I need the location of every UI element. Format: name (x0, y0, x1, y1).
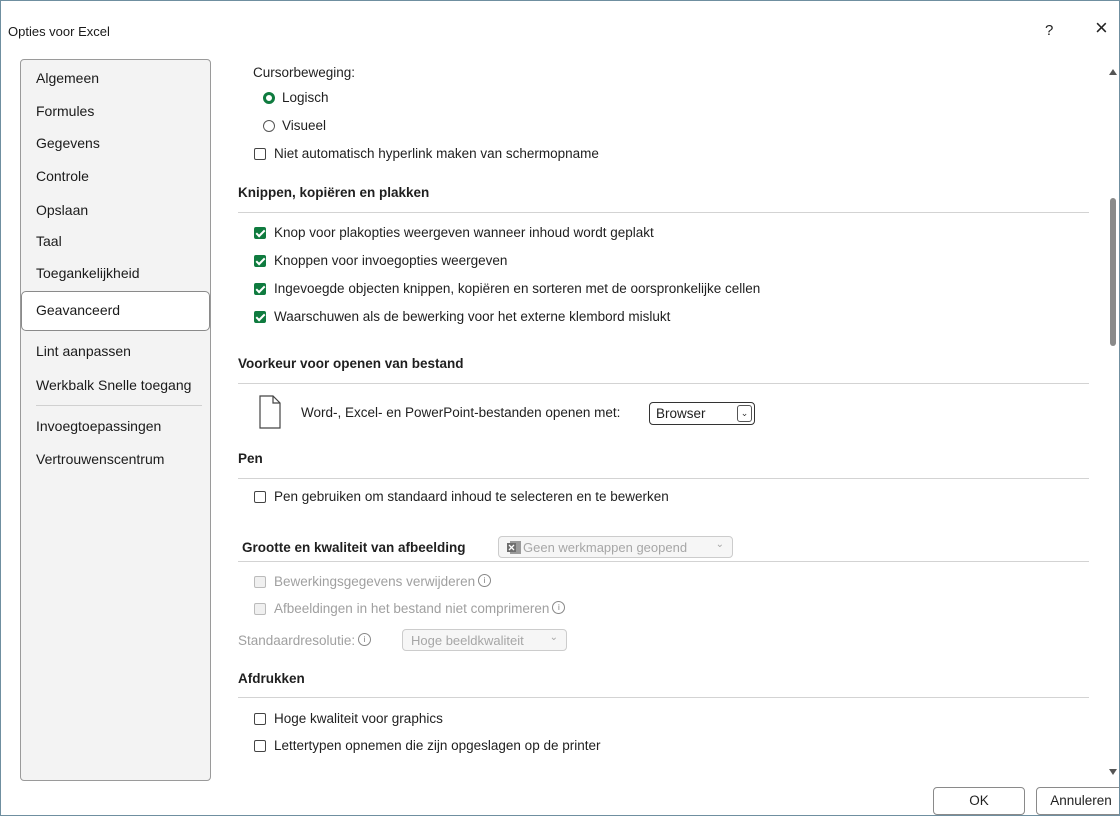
paste-options-checkbox[interactable] (254, 227, 266, 239)
radio-logical-label[interactable]: Logisch (282, 90, 329, 105)
insert-options-label[interactable]: Knoppen voor invoegopties weergeven (274, 253, 507, 268)
pen-heading: Pen (238, 451, 263, 466)
discard-editing-checkbox (254, 576, 266, 588)
use-pen-label[interactable]: Pen gebruiken om standaard inhoud te sel… (274, 489, 669, 504)
nav-item-taal[interactable]: Taal (36, 233, 62, 249)
warn-external-label[interactable]: Waarschuwen als de bewerking voor het ex… (274, 309, 670, 324)
nav-item-vertrouwenscentrum[interactable]: Vertrouwenscentrum (36, 451, 164, 467)
nav-item-gegevens[interactable]: Gegevens (36, 135, 100, 151)
nav-item-invoegtoepassingen[interactable]: Invoegtoepassingen (36, 418, 161, 434)
discard-editing-label: Bewerkingsgegevens verwijderen i (274, 574, 492, 589)
radio-logical[interactable] (263, 92, 275, 104)
excel-icon (507, 541, 521, 554)
printer-fonts-label[interactable]: Lettertypen opnemen die zijn opgeslagen … (274, 738, 600, 753)
paste-options-label[interactable]: Knop voor plakopties weergeven wanneer i… (274, 225, 654, 240)
clipboard-heading: Knippen, kopiëren en plakken (238, 185, 430, 200)
workbook-select-value: Geen werkmappen geopend (523, 540, 688, 555)
open-with-select[interactable]: Browser ⌄ (649, 402, 755, 425)
high-quality-label[interactable]: Hoge kwaliteit voor graphics (274, 711, 443, 726)
document-icon (259, 395, 281, 429)
nav-item-controle[interactable]: Controle (36, 168, 89, 184)
image-divider (238, 561, 1089, 562)
scroll-thumb[interactable] (1110, 198, 1116, 346)
scroll-up-icon[interactable] (1109, 69, 1117, 75)
chevron-down-icon: ⌄ (549, 632, 558, 643)
chevron-down-icon[interactable]: ⌄ (737, 405, 752, 422)
nav-item-werkbalk-snelle-toegang[interactable]: Werkbalk Snelle toegang (36, 377, 191, 393)
nav-item-toegankelijkheid[interactable]: Toegankelijkheid (36, 265, 140, 281)
resolution-label: Standaardresolutie: i (238, 633, 372, 648)
clipboard-divider (238, 212, 1089, 213)
radio-visual[interactable] (263, 120, 275, 132)
info-icon: i (478, 574, 492, 587)
options-nav: Algemeen Formules Gegevens Controle Opsl… (20, 59, 211, 781)
excel-options-dialog: Opties voor Excel ? × Algemeen Formules … (0, 0, 1120, 816)
help-icon[interactable]: ? (1045, 22, 1053, 39)
no-compress-label: Afbeeldingen in het bestand niet comprim… (274, 601, 566, 616)
print-heading: Afdrukken (238, 671, 305, 686)
workbook-select: Geen werkmappen geopend ⌄ (498, 536, 733, 558)
radio-visual-label[interactable]: Visueel (282, 118, 326, 133)
nav-item-opslaan[interactable]: Opslaan (36, 202, 88, 218)
use-pen-checkbox[interactable] (254, 491, 266, 503)
pen-divider (238, 478, 1089, 479)
resolution-select: Hoge beeldkwaliteit ⌄ (402, 629, 567, 651)
nav-item-formules[interactable]: Formules (36, 103, 94, 119)
info-icon: i (552, 601, 566, 614)
open-pref-divider (238, 383, 1089, 384)
no-compress-checkbox (254, 603, 266, 615)
warn-external-checkbox[interactable] (254, 311, 266, 323)
open-pref-heading: Voorkeur voor openen van bestand (238, 356, 464, 371)
open-with-label: Word-, Excel- en PowerPoint-bestanden op… (301, 405, 621, 420)
nav-item-lint-aanpassen[interactable]: Lint aanpassen (36, 343, 131, 359)
no-hyperlink-checkbox[interactable] (254, 148, 266, 160)
resolution-value: Hoge beeldkwaliteit (411, 633, 524, 648)
print-divider (238, 697, 1089, 698)
nav-item-algemeen[interactable]: Algemeen (36, 70, 99, 86)
nav-item-geavanceerd[interactable]: Geavanceerd (36, 302, 120, 318)
open-with-value: Browser (656, 406, 706, 421)
nav-separator (36, 405, 202, 406)
chevron-down-icon: ⌄ (715, 539, 724, 550)
close-icon[interactable]: × (1095, 17, 1108, 39)
dialog-title: Opties voor Excel (8, 24, 110, 39)
cancel-button[interactable]: Annuleren (1036, 787, 1119, 815)
high-quality-checkbox[interactable] (254, 713, 266, 725)
scrollbar[interactable] (1107, 61, 1119, 781)
scroll-down-icon[interactable] (1109, 769, 1117, 775)
cut-objects-checkbox[interactable] (254, 283, 266, 295)
info-icon: i (358, 633, 372, 646)
printer-fonts-checkbox[interactable] (254, 740, 266, 752)
no-hyperlink-label[interactable]: Niet automatisch hyperlink maken van sch… (274, 146, 599, 161)
insert-options-checkbox[interactable] (254, 255, 266, 267)
image-heading: Grootte en kwaliteit van afbeelding (242, 540, 466, 555)
cut-objects-label[interactable]: Ingevoegde objecten knippen, kopiëren en… (274, 281, 760, 296)
ok-button[interactable]: OK (933, 787, 1025, 815)
cursor-movement-label: Cursorbeweging: (253, 65, 356, 80)
